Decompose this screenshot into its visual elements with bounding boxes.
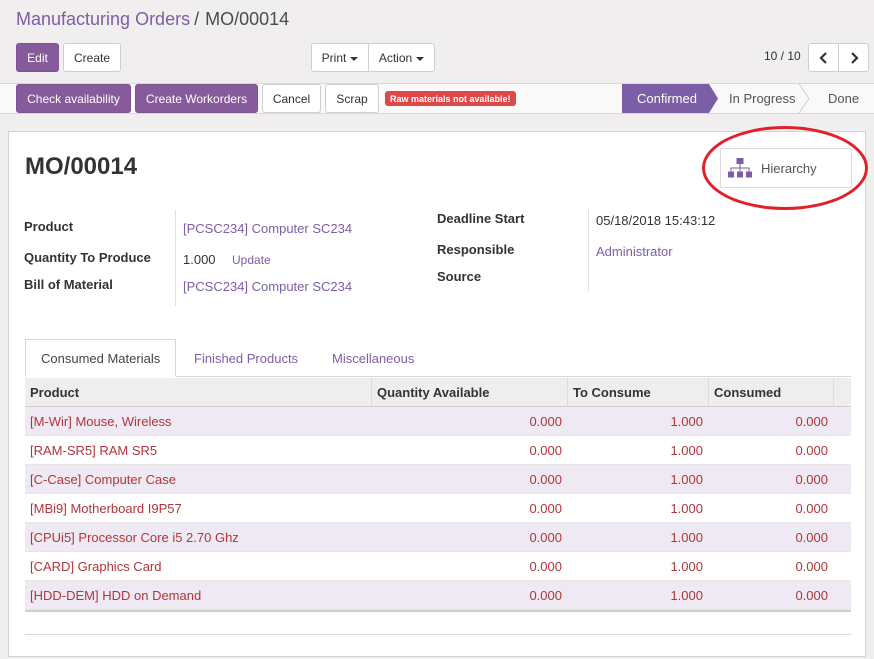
cell-product: [MBi9] Motherboard I9P57 (30, 501, 182, 516)
sheet-bottom-divider (25, 634, 851, 635)
table-row[interactable]: [HDD-DEM] HDD on Demand 0.000 1.000 0.000 (25, 581, 851, 610)
cell-consumed: 0.000 (795, 443, 828, 458)
table-footer (25, 610, 851, 614)
cell-product: [HDD-DEM] HDD on Demand (30, 588, 202, 603)
form-sheet: MO/00014 Hierarchy Product [PCSC234] Com… (8, 131, 866, 657)
table-row[interactable]: [CARD] Graphics Card 0.000 1.000 0.000 (25, 552, 851, 581)
deadline-start-value: 05/18/2018 15:43:12 (596, 213, 716, 228)
product-label: Product (24, 219, 74, 234)
cell-to-consume: 1.000 (670, 588, 703, 603)
record-title: MO/00014 (25, 153, 138, 180)
cell-consumed: 0.000 (795, 588, 828, 603)
stage-confirmed: Confirmed (622, 84, 718, 113)
tab-miscellaneous[interactable]: Miscellaneous (332, 339, 414, 377)
cell-consumed: 0.000 (795, 559, 828, 574)
cell-to-consume: 1.000 (670, 472, 703, 487)
breadcrumb-separator: / (194, 9, 200, 29)
stage-divider-icon (798, 84, 810, 113)
bill-of-material-value[interactable]: [PCSC234] Computer SC234 (183, 279, 352, 294)
pager-value[interactable]: 10 / 10 (764, 49, 801, 63)
cell-quantity-available: 0.000 (529, 472, 562, 487)
caret-down-icon (350, 56, 359, 61)
cell-quantity-available: 0.000 (529, 501, 562, 516)
cancel-button[interactable]: Cancel (262, 84, 321, 113)
responsible-value[interactable]: Administrator (596, 244, 673, 259)
bill-of-material-label: Bill of Material (24, 277, 113, 292)
cell-quantity-available: 0.000 (529, 530, 562, 545)
chevron-left-icon (818, 51, 827, 64)
stage-done[interactable]: Done (812, 84, 874, 113)
caret-down-icon (416, 56, 425, 61)
field-separator (175, 210, 176, 306)
cell-to-consume: 1.000 (670, 501, 703, 516)
column-header-quantity-available[interactable]: Quantity Available (371, 378, 567, 407)
edit-button[interactable]: Edit (16, 43, 59, 72)
table-row[interactable]: [CPUi5] Processor Core i5 2.70 Ghz 0.000 1… (25, 523, 851, 552)
table-header: Product Quantity Available To Consume Co… (25, 378, 851, 407)
deadline-start-label: Deadline Start (437, 211, 525, 226)
table-row[interactable]: [C-Case] Computer Case 0.000 1.000 0.000 (25, 465, 851, 494)
action-dropdown[interactable]: Action (368, 43, 435, 72)
quantity-to-produce-label: Quantity To Produce (24, 250, 151, 265)
consumed-materials-table: Product Quantity Available To Consume Co… (25, 378, 851, 614)
responsible-label: Responsible (437, 242, 515, 257)
cell-product: [CARD] Graphics Card (30, 559, 162, 574)
control-panel: Manufacturing Orders / MO/00014 Edit Creat… (0, 0, 874, 83)
cell-to-consume: 1.000 (670, 414, 703, 429)
tab-consumed-materials[interactable]: Consumed Materials (25, 339, 176, 377)
cell-quantity-available: 0.000 (529, 443, 562, 458)
column-header-spacer (833, 378, 851, 407)
chevron-right-icon (850, 51, 859, 64)
scrap-button[interactable]: Scrap (325, 84, 379, 113)
pager-previous-button[interactable] (808, 43, 839, 72)
update-quantity-button[interactable]: Update (232, 253, 271, 267)
cell-product: [C-Case] Computer Case (30, 472, 176, 487)
create-button[interactable]: Create (63, 43, 121, 72)
stage-in-progress[interactable]: In Progress (711, 84, 812, 113)
cell-quantity-available: 0.000 (529, 559, 562, 574)
print-dropdown[interactable]: Print (311, 43, 369, 72)
table-row[interactable]: [RAM-SR5] RAM SR5 0.000 1.000 0.000 (25, 436, 851, 465)
cell-quantity-available: 0.000 (529, 588, 562, 603)
column-header-to-consume[interactable]: To Consume (567, 378, 708, 407)
table-row[interactable]: [M-Wir] Mouse, Wireless 0.000 1.000 0.000 (25, 407, 851, 436)
create-workorders-button[interactable]: Create Workorders (135, 84, 258, 113)
cell-to-consume: 1.000 (670, 530, 703, 545)
cell-consumed: 0.000 (795, 472, 828, 487)
cell-to-consume: 1.000 (670, 443, 703, 458)
source-label: Source (437, 269, 482, 284)
annotation-circle (702, 126, 868, 210)
cell-consumed: 0.000 (795, 414, 828, 429)
cell-product: [M-Wir] Mouse, Wireless (30, 414, 172, 429)
table-body: [M-Wir] Mouse, Wireless 0.000 1.000 0.000 [R… (25, 407, 851, 610)
breadcrumb: Manufacturing Orders / MO/00014 (16, 9, 289, 30)
check-availability-button[interactable]: Check availability (16, 84, 131, 113)
raw-materials-alert-badge: Raw materials not available! (385, 91, 516, 106)
cell-to-consume: 1.000 (670, 559, 703, 574)
cell-product: [RAM-SR5] RAM SR5 (30, 443, 158, 458)
product-value[interactable]: [PCSC234] Computer SC234 (183, 221, 352, 236)
column-header-product[interactable]: Product (25, 378, 371, 407)
breadcrumb-current: MO/00014 (205, 9, 290, 29)
cell-consumed: 0.000 (795, 501, 828, 516)
field-separator (588, 210, 589, 292)
cell-quantity-available: 0.000 (529, 414, 562, 429)
pager-next-button[interactable] (838, 43, 869, 72)
action-label: Action (378, 50, 413, 65)
print-label: Print (321, 50, 347, 65)
column-header-consumed[interactable]: Consumed (708, 378, 833, 407)
tab-finished-products[interactable]: Finished Products (194, 339, 298, 377)
table-row[interactable]: [MBi9] Motherboard I9P57 0.000 1.000 0.000 (25, 494, 851, 523)
breadcrumb-parent-link[interactable]: Manufacturing Orders (16, 9, 190, 29)
cell-consumed: 0.000 (795, 530, 828, 545)
quantity-to-produce-value: 1.000 (183, 252, 216, 267)
cell-product: [CPUi5] Processor Core i5 2.70 Ghz (30, 530, 239, 545)
